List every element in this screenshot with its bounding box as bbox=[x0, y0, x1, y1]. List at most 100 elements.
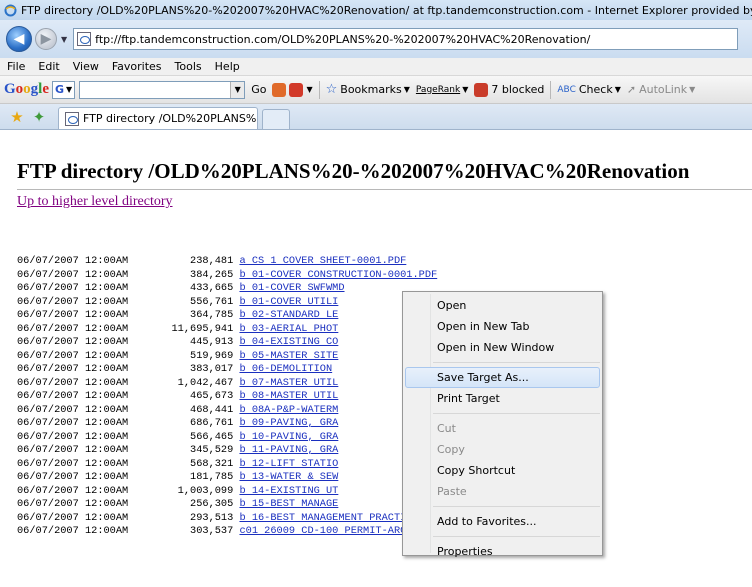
file-date: 06/07/2007 12:00AM bbox=[17, 322, 129, 335]
file-size: 181,785 bbox=[128, 471, 240, 483]
divider bbox=[17, 189, 752, 190]
file-date: 06/07/2007 12:00AM bbox=[17, 525, 129, 537]
menu-view[interactable]: View bbox=[66, 60, 105, 73]
file-size: 1,042,467 bbox=[128, 376, 240, 389]
navigation-bar: ◀ ▶ ▼ ftp://ftp.tandemconstruction.com/O… bbox=[0, 20, 752, 58]
file-link-gap bbox=[338, 377, 406, 389]
file-date: 06/07/2007 12:00AM bbox=[17, 471, 129, 483]
file-link[interactable]: b 05-MASTER SITE bbox=[239, 350, 338, 362]
bookmarks-button[interactable]: ☆ Bookmarks ▼ bbox=[326, 82, 410, 97]
file-link[interactable]: a CS 1 COVER SHEET-0001.PDF bbox=[239, 255, 406, 267]
menu-tools[interactable]: Tools bbox=[168, 60, 208, 73]
file-size: 556,761 bbox=[128, 295, 240, 308]
file-link[interactable]: b 12-LIFT STATIO bbox=[239, 458, 338, 470]
toolbar-addon-buttons[interactable]: ▼ bbox=[272, 82, 313, 97]
context-menu-item-add-to-favorites[interactable]: Add to Favorites... bbox=[403, 511, 602, 532]
internet-explorer-icon bbox=[4, 4, 17, 16]
favorites-center-button[interactable]: ★ bbox=[6, 105, 28, 129]
context-menu-item-paste: Paste bbox=[437, 485, 467, 498]
file-link[interactable]: b 08A-P&P-WATERM bbox=[239, 404, 338, 416]
file-row: 06/07/2007 12:00AM 238,481 a CS 1 COVER … bbox=[17, 255, 530, 269]
context-menu-separator bbox=[433, 413, 600, 414]
page-icon bbox=[65, 111, 79, 126]
toolbar-divider bbox=[550, 80, 552, 99]
go-label: Go bbox=[251, 83, 267, 96]
context-menu-item-properties[interactable]: Properties bbox=[403, 541, 602, 562]
google-menu-button[interactable]: G ▼ bbox=[52, 80, 76, 99]
bookmarks-label: Bookmarks bbox=[340, 83, 402, 96]
menu-bar: File Edit View Favorites Tools Help bbox=[0, 58, 752, 76]
pagerank-button[interactable]: PageRank ▼ bbox=[416, 85, 468, 95]
file-size: 293,513 bbox=[128, 511, 240, 524]
file-link[interactable]: b 14-EXISTING UT bbox=[239, 485, 338, 497]
google-search-input[interactable]: ▼ bbox=[79, 80, 246, 99]
back-button[interactable]: ◀ bbox=[6, 26, 32, 52]
menu-help[interactable]: Help bbox=[208, 60, 246, 73]
file-link[interactable]: b 04-EXISTING CO bbox=[239, 336, 338, 348]
file-date: 06/07/2007 12:00AM bbox=[17, 376, 129, 389]
context-menu-item-copy-shortcut[interactable]: Copy Shortcut bbox=[403, 460, 602, 481]
file-date: 06/07/2007 12:00AM bbox=[17, 282, 129, 294]
file-link-gap bbox=[338, 390, 406, 402]
file-date: 06/07/2007 12:00AM bbox=[17, 255, 129, 267]
file-link[interactable]: b 11-PAVING, GRA bbox=[239, 444, 338, 456]
forward-arrow-icon: ▶ bbox=[40, 31, 52, 47]
chevron-down-icon: ▼ bbox=[66, 85, 73, 94]
file-link[interactable]: b 10-PAVING, GRA bbox=[239, 431, 338, 443]
context-menu-item-open[interactable]: Open bbox=[403, 295, 602, 316]
google-g-label: G bbox=[55, 83, 65, 96]
file-date: 06/07/2007 12:00AM bbox=[17, 417, 129, 429]
google-go-button[interactable]: Go bbox=[251, 83, 266, 96]
file-date: 06/07/2007 12:00AM bbox=[17, 390, 129, 402]
autolink-icon: ➚ bbox=[626, 83, 637, 96]
news-icon bbox=[289, 82, 304, 97]
file-link[interactable]: b 13-WATER & SEW bbox=[239, 471, 338, 483]
file-link[interactable]: b 01-COVER UTILI bbox=[239, 296, 338, 308]
window-title: FTP directory /OLD%20PLANS%20-%202007%20… bbox=[21, 3, 752, 17]
chevron-down-icon: ▼ bbox=[403, 85, 410, 94]
check-label: Check bbox=[578, 83, 613, 96]
menu-edit[interactable]: Edit bbox=[31, 60, 65, 73]
pagerank-label: PageRank bbox=[415, 84, 461, 95]
context-menu-item-open-in-new-tab[interactable]: Open in New Tab bbox=[403, 316, 602, 337]
file-size: 256,305 bbox=[128, 498, 240, 510]
forward-button[interactable]: ▶ bbox=[35, 28, 57, 50]
menu-file[interactable]: File bbox=[0, 60, 31, 73]
file-link-gap bbox=[338, 444, 406, 456]
menu-favorites[interactable]: Favorites bbox=[105, 60, 168, 73]
file-link[interactable]: b 15-BEST MANAGE bbox=[239, 498, 338, 510]
file-size: 11,695,941 bbox=[128, 322, 240, 335]
file-link[interactable]: b 09-PAVING, GRA bbox=[239, 417, 338, 429]
new-tab-button[interactable] bbox=[262, 109, 290, 129]
file-size: 445,913 bbox=[128, 336, 240, 348]
file-link[interactable]: b 01-COVER CONSTRUCTION-0001.PDF bbox=[239, 269, 437, 281]
file-size: 568,321 bbox=[128, 457, 240, 470]
file-link[interactable]: b 03-AERIAL PHOT bbox=[239, 323, 338, 335]
file-date: 06/07/2007 12:00AM bbox=[17, 336, 129, 348]
file-link[interactable]: b 08-MASTER UTIL bbox=[239, 390, 338, 402]
file-date: 06/07/2007 12:00AM bbox=[17, 309, 129, 321]
address-url[interactable]: ftp://ftp.tandemconstruction.com/OLD%20P… bbox=[95, 33, 590, 46]
search-dropdown-icon[interactable]: ▼ bbox=[230, 81, 245, 98]
spellcheck-button[interactable]: ABC Check ▼ bbox=[557, 83, 620, 96]
popup-blocker-button[interactable]: 7 blocked bbox=[474, 82, 544, 97]
file-link[interactable]: b 01-COVER SWFWMD bbox=[239, 282, 344, 294]
file-link[interactable]: b 02-STANDARD LE bbox=[239, 309, 338, 321]
up-directory-link[interactable]: Up to higher level directory bbox=[17, 194, 173, 210]
add-to-favorites-button[interactable]: ✦ bbox=[28, 105, 50, 129]
file-size: 364,785 bbox=[128, 309, 240, 321]
file-size: 238,481 bbox=[128, 255, 240, 267]
recent-pages-dropdown-icon[interactable]: ▼ bbox=[61, 35, 67, 44]
file-date: 06/07/2007 12:00AM bbox=[17, 484, 129, 497]
context-menu-item-open-in-new-window[interactable]: Open in New Window bbox=[403, 337, 602, 358]
context-menu-item-save-target-as[interactable]: Save Target As... bbox=[405, 367, 600, 388]
file-link[interactable]: b 07-MASTER UTIL bbox=[239, 377, 338, 389]
file-size: 468,441 bbox=[128, 403, 240, 416]
autolink-button[interactable]: ➚ AutoLink ▼ bbox=[627, 83, 695, 96]
tab-ftp-directory[interactable]: FTP directory /OLD%20PLANS%20-%202007%20… bbox=[58, 107, 258, 129]
address-field[interactable]: ftp://ftp.tandemconstruction.com/OLD%20P… bbox=[73, 28, 739, 50]
spellcheck-icon: ABC bbox=[557, 84, 576, 95]
context-menu-item-print-target[interactable]: Print Target bbox=[403, 388, 602, 409]
file-link[interactable]: b 06-DEMOLITION bbox=[239, 363, 332, 375]
file-link-gap bbox=[332, 363, 406, 375]
